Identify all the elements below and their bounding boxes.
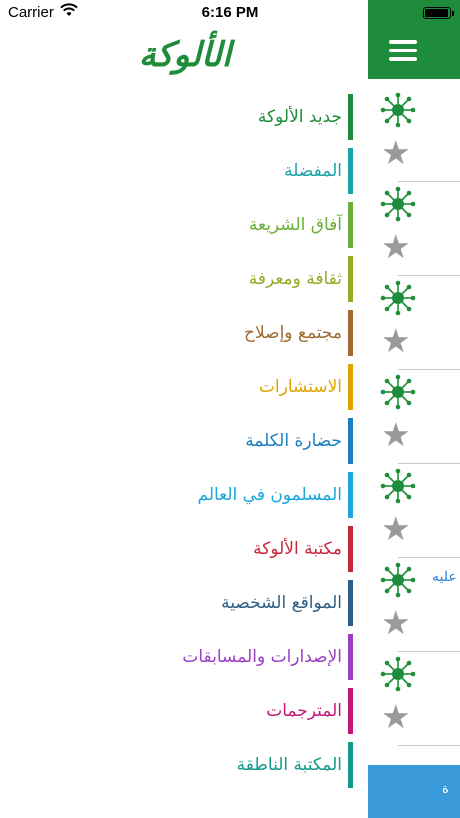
- menu-item[interactable]: المترجمات: [0, 684, 368, 738]
- menu-item-color-bar: [348, 202, 353, 248]
- atom-icon: [380, 374, 416, 410]
- menu-item[interactable]: المسلمون في العالم: [0, 468, 368, 522]
- menu-item-label: الإصدارات والمسابقات: [182, 647, 342, 667]
- menu-item-color-bar: [348, 310, 353, 356]
- menu-item[interactable]: الإصدارات والمسابقات: [0, 630, 368, 684]
- feed-list: ★ ★ ★ ★ ★ ★ ★: [368, 88, 460, 746]
- menu-item-color-bar: [348, 688, 353, 734]
- star-icon[interactable]: ★: [381, 418, 411, 451]
- atom-icon: [380, 92, 416, 128]
- menu-item[interactable]: آفاق الشريعة: [0, 198, 368, 252]
- menu-item[interactable]: مكتبة الألوكة: [0, 522, 368, 576]
- star-icon[interactable]: ★: [381, 136, 411, 169]
- menu-item-label: المترجمات: [266, 701, 342, 721]
- feed-item[interactable]: ★: [368, 276, 460, 370]
- hamburger-icon[interactable]: [389, 40, 417, 62]
- menu-item[interactable]: جديد الألوكة: [0, 90, 368, 144]
- menu-item[interactable]: حضارة الكلمة: [0, 414, 368, 468]
- menu-item-label: مكتبة الألوكة: [253, 539, 342, 559]
- app-logo: الألوكة: [138, 35, 233, 75]
- menu-item-label: مجتمع وإصلاح: [244, 323, 342, 343]
- atom-icon: [380, 280, 416, 316]
- menu-item-label: آفاق الشريعة: [248, 215, 342, 235]
- feed-item[interactable]: ★: [368, 370, 460, 464]
- feed-item[interactable]: ★: [368, 464, 460, 558]
- menu-item[interactable]: المفضلة: [0, 144, 368, 198]
- menu-item-label: المواقع الشخصية: [221, 593, 342, 613]
- feed-item[interactable]: ★: [368, 652, 460, 746]
- battery-icon: [423, 7, 454, 19]
- menu-item-color-bar: [348, 472, 353, 518]
- menu-item-color-bar: [348, 364, 353, 410]
- atom-icon: [380, 186, 416, 222]
- menu-item[interactable]: ثقافة ومعرفة: [0, 252, 368, 306]
- star-icon[interactable]: ★: [381, 512, 411, 545]
- menu-item-label: المفضلة: [284, 161, 342, 181]
- divider: [398, 745, 460, 746]
- menu-item-label: ثقافة ومعرفة: [248, 269, 342, 289]
- star-icon[interactable]: ★: [381, 324, 411, 357]
- menu-item[interactable]: مجتمع وإصلاح: [0, 306, 368, 360]
- side-menu: جديد الألوكة المفضلة آفاق الشريعة ثقافة ومع…: [0, 90, 368, 792]
- bottom-bar-label: ة: [442, 782, 449, 797]
- menu-item-color-bar: [348, 94, 353, 140]
- feed-item[interactable]: ★: [368, 182, 460, 276]
- menu-item-label: جديد الألوكة: [257, 107, 342, 127]
- atom-icon: [380, 656, 416, 692]
- menu-item-color-bar: [348, 526, 353, 572]
- menu-item-color-bar: [348, 256, 353, 302]
- menu-item-color-bar: [348, 418, 353, 464]
- menu-item[interactable]: الاستشارات: [0, 360, 368, 414]
- star-icon[interactable]: ★: [381, 230, 411, 263]
- menu-item-color-bar: [348, 634, 353, 680]
- star-icon[interactable]: ★: [381, 700, 411, 733]
- menu-item-label: المكتبة الناطقة: [236, 755, 342, 775]
- atom-icon: [380, 562, 416, 598]
- menu-item-label: المسلمون في العالم: [197, 485, 343, 505]
- menu-item-color-bar: [348, 580, 353, 626]
- atom-icon: [380, 468, 416, 504]
- menu-item-color-bar: [348, 148, 353, 194]
- menu-item-label: حضارة الكلمة: [245, 431, 342, 451]
- star-icon[interactable]: ★: [381, 606, 411, 639]
- menu-item-label: الاستشارات: [258, 377, 342, 397]
- menu-item-color-bar: [348, 742, 353, 788]
- feed-item[interactable]: ★: [368, 88, 460, 182]
- snippet-text: عليه: [432, 569, 457, 585]
- menu-item[interactable]: المكتبة الناطقة: [0, 738, 368, 792]
- menu-item[interactable]: المواقع الشخصية: [0, 576, 368, 630]
